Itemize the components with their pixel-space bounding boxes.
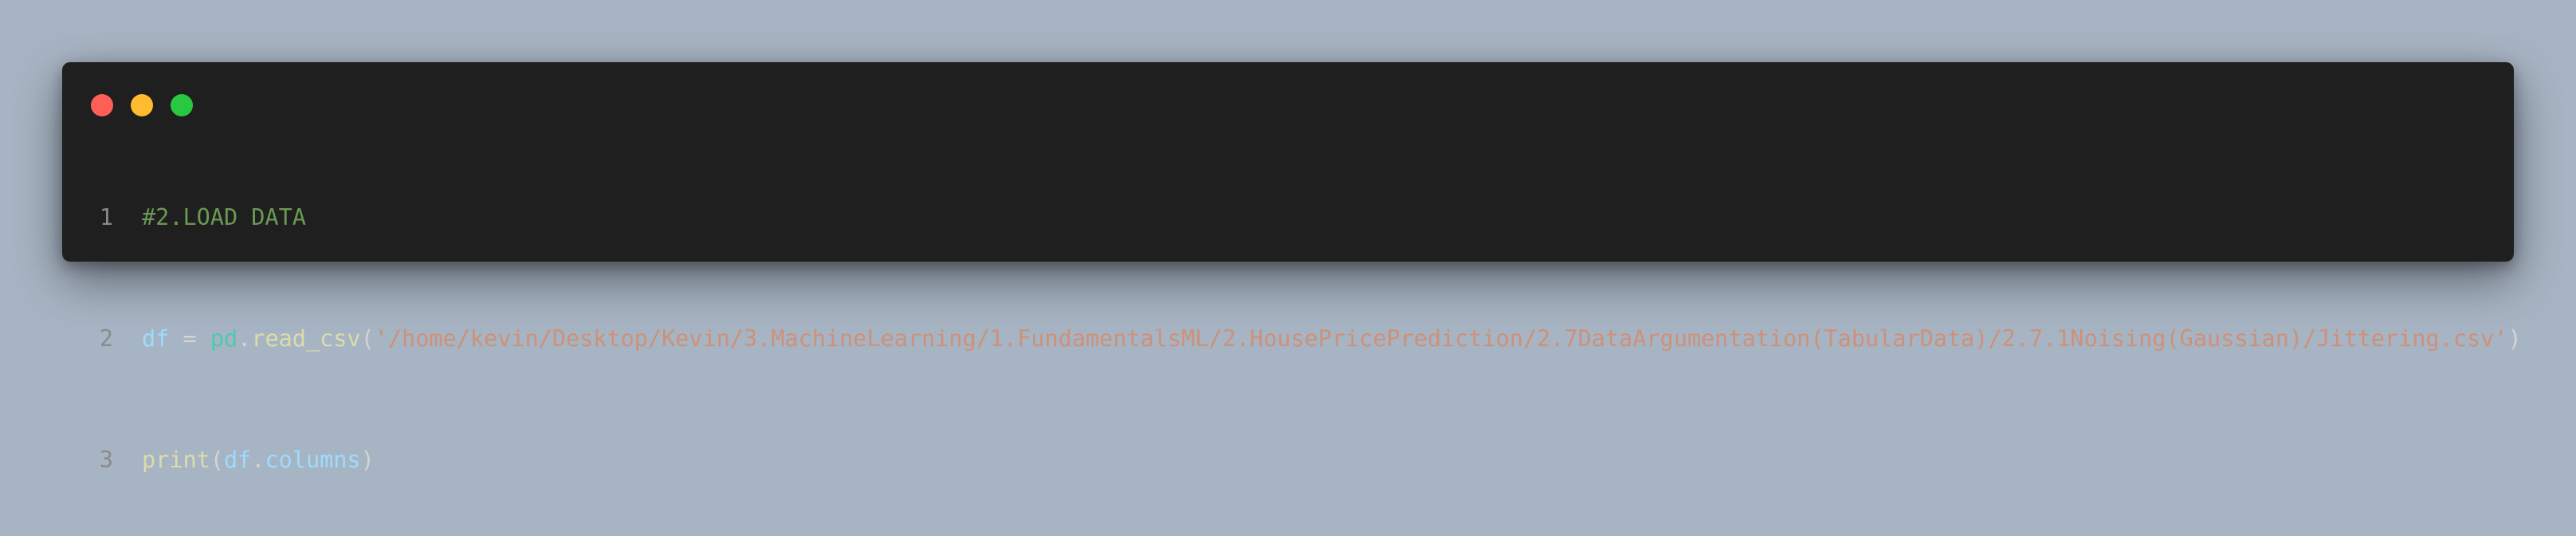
line-number: 2	[99, 325, 113, 352]
code-line-1: 1 #2.LOAD DATA	[62, 203, 2514, 233]
code-window: 1 #2.LOAD DATA 2 df = pd.read_csv('/home/k…	[62, 62, 2522, 473]
dot-operator: .	[238, 325, 252, 352]
close-window-button[interactable]	[91, 94, 113, 116]
comment-text: #2.LOAD DATA	[142, 204, 306, 231]
code-line-2: 2 df = pd.read_csv('/home/kevin/Desktop/K…	[62, 324, 2522, 354]
file-path-string: '/home/kevin/Desktop/Kevin/3.MachineLear…	[374, 325, 2508, 352]
dot-operator: .	[251, 447, 265, 473]
close-paren: )	[2507, 325, 2522, 352]
open-paren: (	[210, 447, 224, 473]
code-line-3: 3 print(df.columns)	[62, 445, 2514, 475]
function-name: read_csv	[251, 325, 361, 352]
close-paren: )	[360, 447, 375, 473]
line-number: 1	[99, 204, 113, 231]
open-paren: (	[360, 325, 375, 352]
variable-df: df	[223, 447, 252, 473]
code-block: 1 #2.LOAD DATA 2 df = pd.read_csv('/home/k…	[62, 142, 2522, 536]
attribute-columns: columns	[265, 447, 361, 473]
minimize-window-button[interactable]	[131, 94, 153, 116]
assignment-operator: =	[169, 325, 210, 352]
variable-df: df	[142, 325, 170, 352]
print-function: print	[142, 447, 210, 473]
maximize-window-button[interactable]	[171, 94, 193, 116]
module-name: pd	[210, 325, 238, 352]
line-number: 3	[99, 447, 113, 473]
